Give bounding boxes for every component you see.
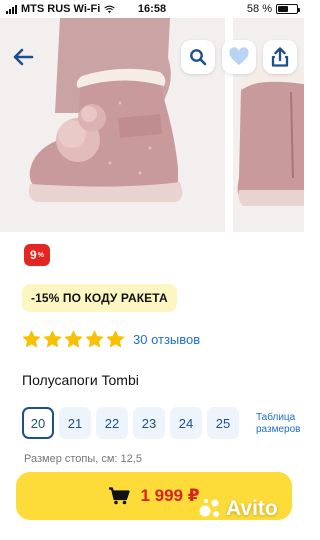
battery-icon [276, 4, 300, 14]
discount-sup: % [37, 251, 44, 259]
size-option-21[interactable]: 21 [59, 407, 91, 439]
discount-value: 9 [30, 248, 37, 262]
promo-code-chip[interactable]: -15% ПО КОДУ РАКЕТА [22, 284, 177, 312]
size-table-link-line2: размеров [256, 424, 301, 435]
search-button[interactable] [181, 40, 215, 74]
size-option-22[interactable]: 22 [96, 407, 128, 439]
price: 1 999 ₽ [140, 486, 200, 505]
back-arrow-icon [13, 48, 34, 66]
star-icon [64, 330, 83, 348]
star-icon [22, 330, 41, 348]
battery-percent: 58 % [246, 3, 272, 15]
size-table-link-line1: Таблица [256, 412, 296, 423]
star-icon [43, 330, 62, 348]
back-button[interactable] [6, 40, 40, 74]
heart-icon [229, 47, 249, 65]
discount-badge: 9% [24, 244, 50, 266]
status-bar: MTS RUS Wi-Fi 16:58 58 % [0, 0, 304, 18]
size-table-link[interactable]: Таблица размеров [256, 412, 300, 436]
avito-wordmark: Avito [226, 497, 278, 520]
size-option-23[interactable]: 23 [133, 407, 165, 439]
avito-logo-icon [199, 499, 219, 517]
rating[interactable]: 30 отзывов [22, 330, 200, 349]
photo-gallery[interactable] [0, 18, 304, 232]
search-icon [190, 49, 207, 66]
size-option-25[interactable]: 25 [207, 407, 239, 439]
share-icon [271, 47, 289, 67]
share-button[interactable] [263, 40, 297, 74]
battery-fill [278, 6, 289, 12]
foot-size-info: Размер стопы, см: 12,5 [24, 453, 142, 465]
star-icon [85, 330, 104, 348]
favorite-button[interactable] [222, 40, 256, 74]
product-title: Полусапоги Tombi [22, 372, 139, 388]
size-option-24[interactable]: 24 [170, 407, 202, 439]
size-option-20[interactable]: 20 [22, 407, 54, 439]
cart-icon [109, 487, 131, 505]
size-selector: 20 21 22 23 24 25 [22, 407, 239, 439]
avito-watermark: Avito [198, 497, 278, 521]
rating-stars [22, 330, 125, 349]
star-icon [106, 330, 125, 348]
reviews-link[interactable]: 30 отзывов [133, 332, 200, 347]
status-right: 58 % [246, 3, 300, 15]
